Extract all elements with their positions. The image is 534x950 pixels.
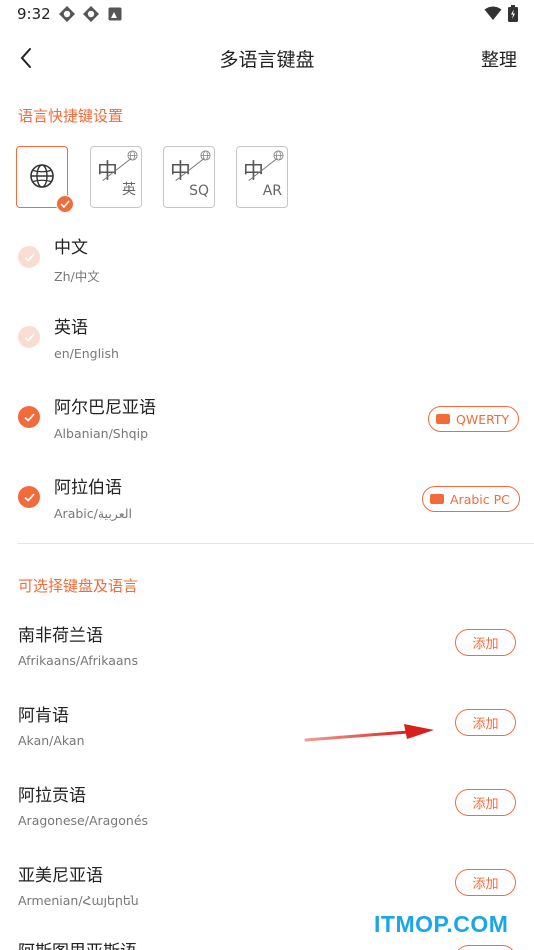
lang-sub: Armenian/Հայերեն: [18, 893, 139, 908]
keyboard-icon: [430, 494, 444, 504]
globe-small-icon: [200, 150, 211, 161]
lang-sub: Aragonese/Aragonés: [18, 813, 149, 828]
section-divider: [18, 543, 534, 544]
available-item-akan: 阿肯语 Akan/Akan 添加: [0, 697, 534, 777]
shortcut-tile-zh-en[interactable]: 中 英: [90, 146, 142, 208]
available-section-title: 可选择键盘及语言: [18, 577, 139, 595]
layout-label: Arabic PC: [450, 491, 510, 507]
lang-sub: en/English: [54, 346, 119, 361]
check-disabled-icon: [18, 326, 40, 348]
lang-sub: Zh/中文: [54, 269, 100, 284]
selected-check-icon: [56, 195, 74, 213]
lang-item-chinese[interactable]: 中文 Zh/中文: [0, 228, 534, 308]
chevron-left-icon: [20, 48, 31, 68]
app-bar: 多语言键盘 整理: [0, 34, 534, 82]
lang-item-english[interactable]: 英语 en/English: [0, 308, 534, 388]
app-notification-icon: [83, 6, 99, 22]
tile-sub-label: AR: [262, 183, 282, 199]
lang-name: 阿斯图里亚斯语: [18, 937, 137, 950]
lang-name: 英语: [54, 318, 88, 338]
lang-item-albanian[interactable]: 阿尔巴尼亚语 Albanian/Shqip QWERTY: [0, 388, 534, 468]
lang-name: 阿尔巴尼亚语: [54, 398, 156, 418]
lang-item-arabic[interactable]: 阿拉伯语 Arabic/العربية Arabic PC: [0, 468, 534, 548]
layout-label: QWERTY: [456, 411, 510, 427]
add-button[interactable]: 添加: [455, 709, 516, 736]
lang-name: 中文: [54, 238, 88, 258]
page-title: 多语言键盘: [219, 49, 315, 71]
lang-sub: Afrikaans/Afrikaans: [18, 653, 138, 668]
add-button[interactable]: 添加: [455, 789, 516, 816]
globe-small-icon: [273, 150, 284, 161]
keyboard-layout-badge[interactable]: QWERTY: [428, 406, 520, 432]
add-button[interactable]: 添加: [455, 945, 516, 950]
watermark: ITMOP.COM: [374, 911, 509, 937]
status-time: 9:32: [17, 5, 51, 23]
check-disabled-icon: [18, 246, 40, 268]
check-on-icon[interactable]: [18, 406, 40, 428]
globe-icon: [30, 164, 54, 188]
lang-name: 阿肯语: [18, 706, 69, 726]
tile-sub-label: SQ: [189, 183, 209, 199]
annotation-arrow-icon: [304, 724, 434, 742]
tile-sub-label: 英: [122, 182, 136, 198]
wifi-icon: [484, 6, 502, 20]
lang-sub: Akan/Akan: [18, 733, 85, 748]
image-notification-icon: [108, 7, 122, 21]
add-button[interactable]: 添加: [455, 869, 516, 896]
lang-name: 阿拉贡语: [18, 786, 86, 806]
add-button[interactable]: 添加: [455, 629, 516, 656]
status-bar: 9:32: [0, 0, 534, 28]
lang-name: 南非荷兰语: [18, 626, 103, 646]
keyboard-icon: [436, 414, 450, 424]
lang-name: 亚美尼亚语: [18, 866, 103, 886]
lang-name: 阿拉伯语: [54, 478, 122, 498]
globe-small-icon: [127, 150, 138, 161]
keyboard-layout-badge[interactable]: Arabic PC: [422, 486, 520, 512]
shortcut-tile-zh-sq[interactable]: 中 SQ: [163, 146, 215, 208]
manage-button[interactable]: 整理: [481, 46, 517, 72]
check-on-icon[interactable]: [18, 486, 40, 508]
available-item-aragonese: 阿拉贡语 Aragonese/Aragonés 添加: [0, 777, 534, 857]
back-button[interactable]: [8, 40, 44, 76]
shortcut-section-title: 语言快捷键设置: [18, 107, 124, 125]
battery-icon: [508, 5, 518, 22]
shortcut-tile-globe[interactable]: [16, 146, 74, 213]
available-item-afrikaans: 南非荷兰语 Afrikaans/Afrikaans 添加: [0, 617, 534, 697]
lang-sub: Albanian/Shqip: [54, 426, 149, 441]
lang-sub: Arabic/العربية: [54, 506, 133, 521]
shortcut-tile-zh-ar[interactable]: 中 AR: [236, 146, 288, 208]
app-notification-icon: [59, 6, 75, 22]
